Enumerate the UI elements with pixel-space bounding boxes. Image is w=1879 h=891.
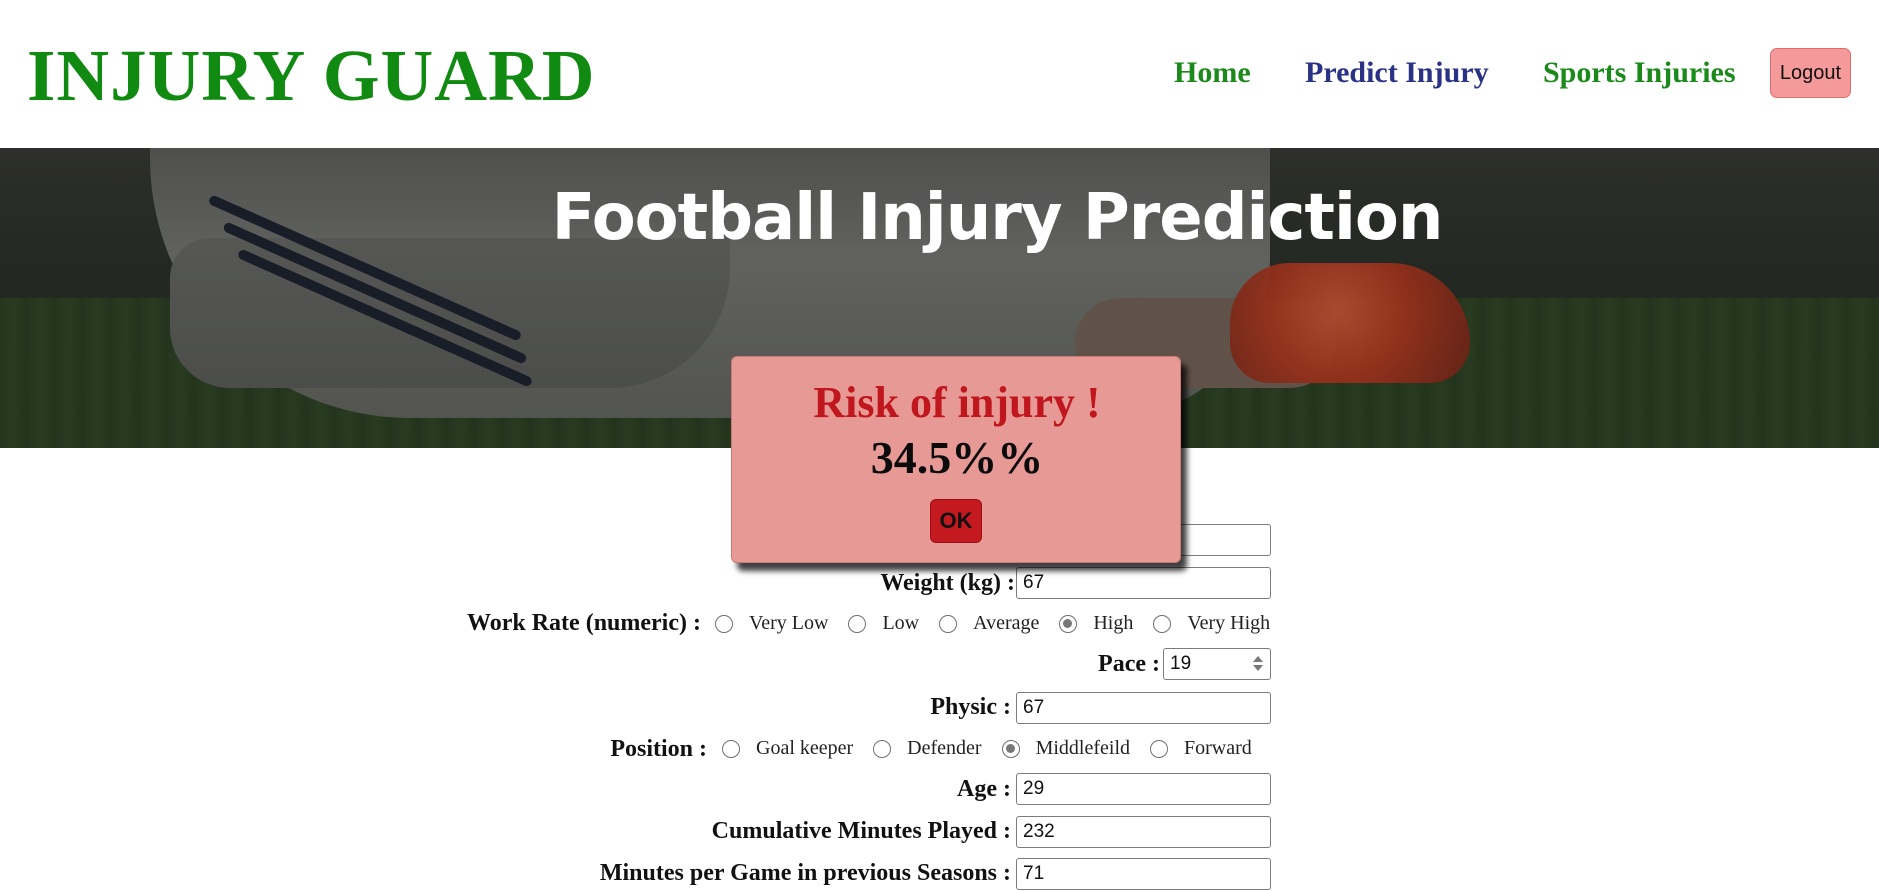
site-header: INJURY GUARD Home Predict Injury Sports …: [0, 0, 1879, 148]
pace-label: Pace :: [1098, 650, 1160, 677]
radio-button[interactable]: [939, 614, 958, 633]
age-row: Age :: [957, 773, 1011, 805]
site-logo[interactable]: INJURY GUARD: [27, 36, 595, 116]
position-options: Goal keeper Defender Middlefeild Forward: [722, 737, 1252, 760]
stepper-arrows-icon[interactable]: [1253, 656, 1263, 671]
work-rate-option-average[interactable]: Average: [939, 612, 1039, 635]
weight-row: Weight (kg) :: [880, 567, 1015, 599]
radio-button[interactable]: [1153, 614, 1172, 633]
radio-button[interactable]: [1150, 739, 1169, 758]
radio-button[interactable]: [848, 614, 867, 633]
pace-value: 19: [1170, 653, 1192, 674]
radio-button[interactable]: [873, 739, 892, 758]
option-label: Average: [973, 612, 1040, 634]
option-label: Low: [882, 612, 920, 634]
cumulative-minutes-row: Cumulative Minutes Played :: [712, 815, 1011, 847]
stepper-up-icon[interactable]: [1253, 656, 1263, 662]
radio-button-selected[interactable]: [1059, 614, 1078, 633]
risk-result-dialog: Risk of injury ! 34.5%% OK: [731, 356, 1181, 563]
option-label: High: [1093, 612, 1134, 634]
work-rate-option-high[interactable]: High: [1059, 612, 1133, 635]
position-option-middlefeild[interactable]: Middlefeild: [1001, 737, 1131, 760]
radio-button-selected[interactable]: [1001, 739, 1020, 758]
radio-button[interactable]: [722, 739, 740, 758]
position-label: Position :: [610, 735, 707, 762]
weight-input[interactable]: [1016, 567, 1271, 599]
ok-button[interactable]: OK: [930, 499, 982, 543]
pace-row: Pace :: [1098, 648, 1160, 680]
minutes-per-game-row: Minutes per Game in previous Seasons :: [600, 857, 1011, 889]
age-label: Age :: [957, 775, 1011, 802]
option-label: Very High: [1187, 612, 1271, 634]
position-option-defender[interactable]: Defender: [873, 737, 982, 760]
physic-label: Physic :: [930, 693, 1011, 720]
option-label: Forward: [1184, 737, 1252, 759]
weight-label: Weight (kg) :: [880, 569, 1015, 596]
cumulative-minutes-label: Cumulative Minutes Played :: [711, 817, 1011, 844]
minutes-per-game-label: Minutes per Game in previous Seasons :: [599, 859, 1011, 886]
work-rate-option-very-high[interactable]: Very High: [1153, 612, 1270, 635]
option-label: Middlefeild: [1035, 737, 1131, 759]
work-rate-row: Work Rate (numeric) :: [467, 607, 701, 639]
work-rate-label: Work Rate (numeric) :: [467, 609, 701, 636]
position-option-forward[interactable]: Forward: [1150, 737, 1252, 760]
physic-input[interactable]: [1016, 692, 1271, 724]
radio-button[interactable]: [715, 614, 733, 633]
nav-home-link[interactable]: Home: [1174, 50, 1251, 96]
logout-button[interactable]: Logout: [1770, 48, 1851, 98]
page-title: Football Injury Prediction: [551, 181, 1444, 255]
pace-stepper[interactable]: 19: [1163, 648, 1271, 680]
nav-sports-injuries-link[interactable]: Sports Injuries: [1543, 50, 1736, 96]
work-rate-options: Very Low Low Average High Very High: [715, 612, 1270, 635]
position-row: Position :: [610, 733, 707, 765]
dialog-title: Risk of injury !: [813, 378, 1101, 427]
option-label: Very Low: [749, 612, 829, 634]
work-rate-option-low[interactable]: Low: [848, 612, 919, 635]
option-label: Defender: [907, 737, 982, 759]
risk-percentage: 34.5%%: [870, 432, 1044, 483]
position-option-goal-keeper[interactable]: Goal keeper: [722, 737, 853, 760]
age-input[interactable]: [1016, 773, 1271, 805]
work-rate-option-very-low[interactable]: Very Low: [715, 612, 828, 635]
minutes-per-game-input[interactable]: [1016, 858, 1271, 890]
option-label: Goal keeper: [756, 737, 854, 759]
nav-predict-injury-link[interactable]: Predict Injury: [1305, 50, 1489, 96]
cumulative-minutes-input[interactable]: [1016, 816, 1271, 848]
stepper-down-icon[interactable]: [1253, 665, 1263, 671]
physic-row: Physic :: [930, 691, 1011, 723]
